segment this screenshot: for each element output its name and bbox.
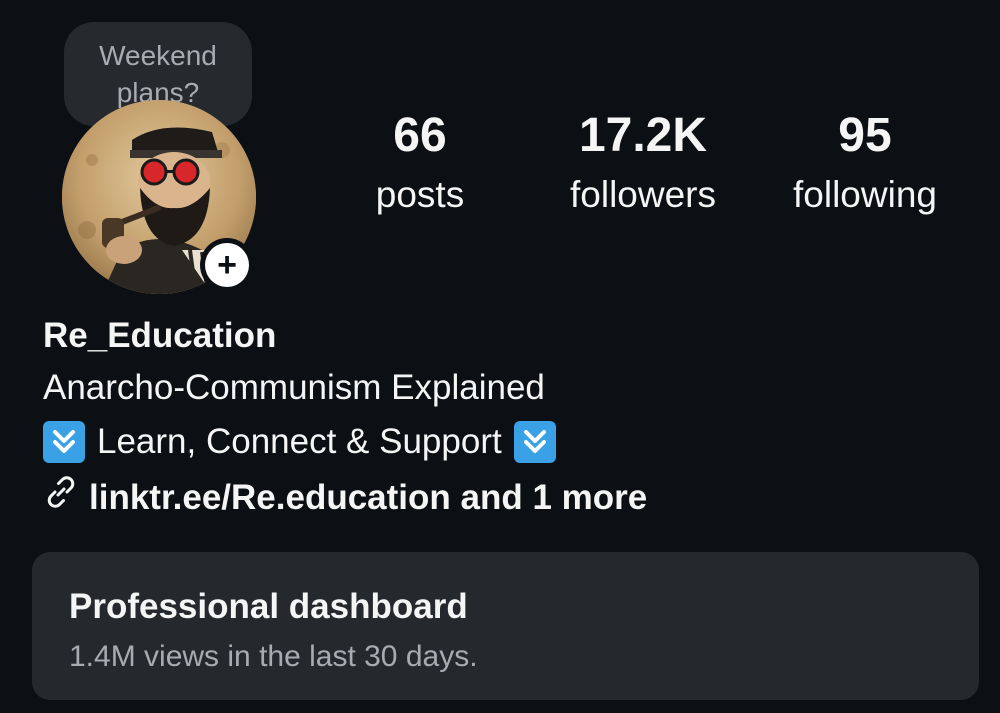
following-count: 95 — [838, 109, 892, 162]
followers-label: followers — [570, 174, 716, 215]
bio-line-2-text: Learn, Connect & Support — [97, 422, 502, 461]
stat-following[interactable]: 95 following — [772, 108, 958, 218]
profile-username: Re_Education — [43, 316, 277, 355]
followers-count: 17.2K — [578, 109, 708, 162]
add-story-button[interactable]: + — [200, 238, 254, 292]
bio-line-2: Learn, Connect & Support — [43, 420, 556, 464]
link-icon — [43, 474, 79, 521]
double-down-arrow-emoji-icon — [43, 421, 85, 463]
bio-link-text: linktr.ee/Re.education and 1 more — [89, 477, 648, 517]
profile-header: Weekend plans? + 66 posts 17.2K follower… — [0, 0, 1000, 713]
dashboard-subtitle: 1.4M views in the last 30 days. — [69, 640, 478, 673]
dashboard-title: Professional dashboard — [69, 587, 468, 626]
posts-count: 66 — [393, 109, 447, 162]
plus-icon: + — [205, 243, 249, 287]
double-down-arrow-emoji-icon — [513, 421, 556, 463]
posts-label: posts — [375, 174, 465, 215]
bio-link[interactable]: linktr.ee/Re.education and 1 more — [43, 474, 647, 521]
following-label: following — [793, 174, 937, 215]
stat-followers[interactable]: 17.2K followers — [548, 108, 738, 218]
bio-line-1: Anarcho-Communism Explained — [43, 368, 545, 407]
professional-dashboard-card[interactable]: Professional dashboard 1.4M views in the… — [32, 552, 979, 700]
stat-posts[interactable]: 66 posts — [350, 108, 490, 218]
